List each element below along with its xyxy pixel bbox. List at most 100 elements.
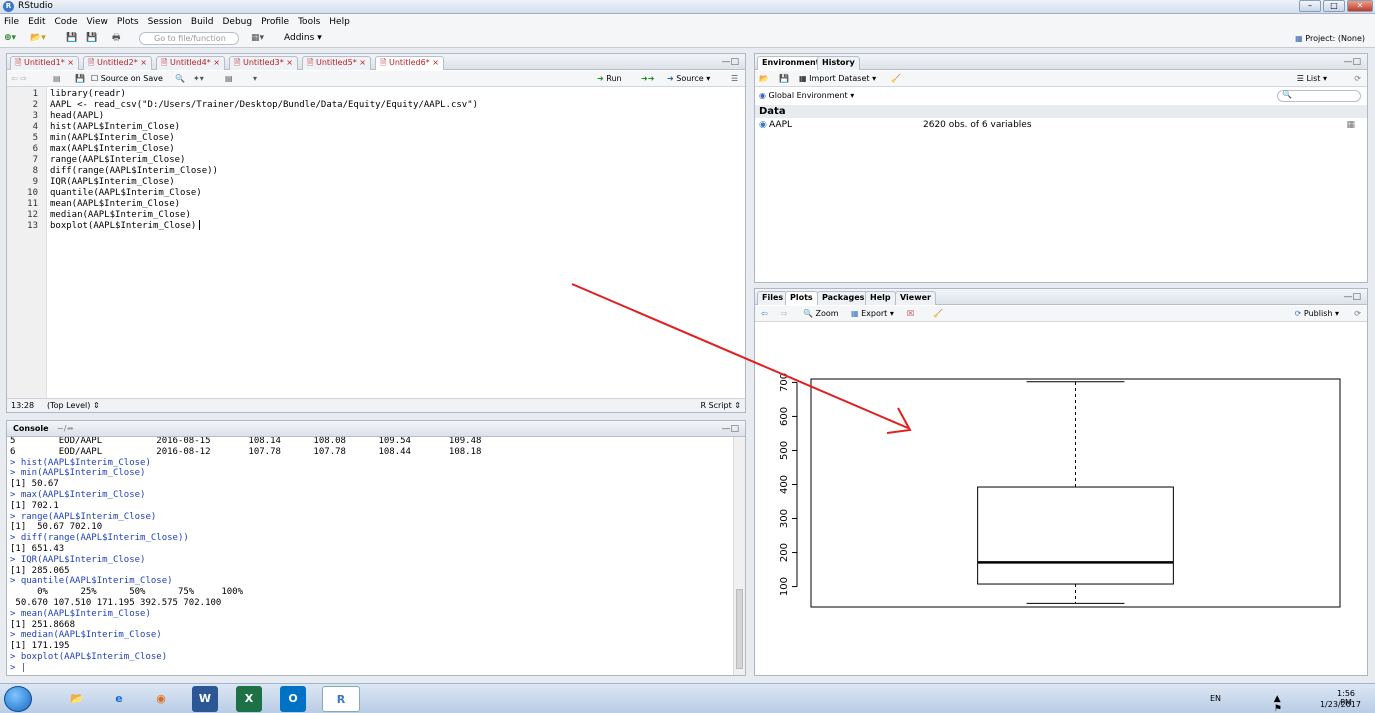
run-button[interactable]: ➜ Run xyxy=(597,73,622,85)
previous-plot-icon[interactable]: ⇦ xyxy=(761,308,768,320)
maximize-button[interactable]: □ xyxy=(1323,0,1345,12)
plots-tab-strip: Files Plots Packages Help Viewer —□ xyxy=(755,289,1367,305)
line-number: 6 xyxy=(32,144,38,154)
tab-untitled6[interactable]: 🗎 Untitled6* × xyxy=(375,56,444,70)
tab-history[interactable]: History xyxy=(817,56,860,70)
project-menu[interactable]: ▦ Project: (None) xyxy=(1295,32,1365,45)
code-line: IQR(AAPL$Interim_Close) xyxy=(50,177,175,187)
code-line: range(AAPL$Interim_Close) xyxy=(50,155,186,165)
tab-untitled4[interactable]: 🗎 Untitled4* × xyxy=(156,56,225,70)
more-options-icon[interactable]: ▾ xyxy=(253,73,257,85)
file-type-selector[interactable]: R Script ⇕ xyxy=(700,399,741,412)
close-button[interactable]: ✕ xyxy=(1347,0,1373,12)
console-scroll-thumb[interactable] xyxy=(736,589,743,669)
import-dataset-button[interactable]: ▦ Import Dataset ▾ xyxy=(799,73,876,85)
global-environment-selector[interactable]: ◉ Global Environment ▾ xyxy=(759,90,854,102)
menu-file[interactable]: File xyxy=(4,17,19,27)
goto-file-input[interactable]: Go to file/function xyxy=(139,32,239,45)
source-on-save-checkbox[interactable]: ☐ Source on Save xyxy=(91,73,163,85)
new-file-icon[interactable]: ⊕▾ xyxy=(4,32,16,45)
clear-broom-icon[interactable]: 🧹 xyxy=(891,73,901,85)
menu-debug[interactable]: Debug xyxy=(223,17,253,27)
tab-untitled3[interactable]: 🗎 Untitled3* × xyxy=(229,56,298,70)
publish-button[interactable]: ⟳ Publish ▾ xyxy=(1295,308,1339,320)
view-table-icon[interactable]: ▦ xyxy=(1346,119,1355,132)
rstudio-taskbar-icon[interactable]: R xyxy=(322,686,360,712)
console-output[interactable]: 5 EOD/AAPL 2016-08-15 108.14 108.08 109.… xyxy=(7,437,733,675)
tab-untitled2[interactable]: 🗎 Untitled2* × xyxy=(83,56,152,70)
back-arrow-icon[interactable]: ⇦ ⇨ xyxy=(11,73,27,85)
menu-code[interactable]: Code xyxy=(55,17,78,27)
tab-files[interactable]: Files xyxy=(757,291,789,305)
language-indicator[interactable]: EN xyxy=(1210,694,1221,703)
plots-minmax-icon[interactable]: —□ xyxy=(1343,292,1361,302)
object-description: 2620 obs. of 6 variables xyxy=(923,120,1032,130)
refresh-env-icon[interactable]: ⟳ xyxy=(1354,73,1361,85)
tab-plots[interactable]: Plots xyxy=(785,291,818,305)
zoom-button[interactable]: 🔍 Zoom xyxy=(803,308,839,320)
environment-search-input[interactable]: 🔍 xyxy=(1277,90,1361,102)
start-button[interactable] xyxy=(4,686,32,712)
menu-tools[interactable]: Tools xyxy=(298,17,320,27)
compile-icon[interactable]: ▤ xyxy=(225,73,233,85)
print-icon[interactable]: 🖶 xyxy=(112,32,121,45)
save-workspace-icon[interactable]: 💾 xyxy=(779,73,789,85)
source-button[interactable]: ➜ Source ▾ xyxy=(667,73,710,85)
editor-toolbar: ⇦ ⇨ ▤ 💾 ☐ Source on Save 🔍 ✦▾ ▤ ▾ ➜ Run … xyxy=(7,71,745,87)
minimize-button[interactable]: – xyxy=(1299,0,1321,12)
tray-icons[interactable]: ▲ ⚑ ▦ 🔊 xyxy=(1274,694,1285,713)
file-explorer-icon[interactable]: 📂 xyxy=(58,686,96,712)
firefox-icon[interactable]: ◉ xyxy=(142,686,180,712)
find-icon[interactable]: 🔍 xyxy=(175,73,185,85)
code-tools-icon[interactable]: ✦▾ xyxy=(193,73,204,85)
date[interactable]: 1/23/2017 xyxy=(1320,700,1361,709)
menu-edit[interactable]: Edit xyxy=(28,17,45,27)
environment-object-row[interactable]: ◉ AAPL 2620 obs. of 6 variables ▦ xyxy=(755,119,1367,132)
environment-toolbar: 📂 💾 ▦ Import Dataset ▾ 🧹 ☰ List ▾ ⟳ xyxy=(755,71,1367,87)
word-icon[interactable]: W xyxy=(192,686,218,712)
menu-plots[interactable]: Plots xyxy=(117,17,139,27)
tab-untitled1[interactable]: 🗎 Untitled1* × xyxy=(10,56,79,70)
code-line: max(AAPL$Interim_Close) xyxy=(50,144,175,154)
editor-save-icon[interactable]: 💾 xyxy=(75,73,85,85)
tab-viewer[interactable]: Viewer xyxy=(895,291,936,305)
open-folder-icon[interactable]: 📂▾ xyxy=(30,32,46,45)
tab-packages[interactable]: Packages xyxy=(817,291,870,305)
export-button[interactable]: ▦ Export ▾ xyxy=(851,308,894,320)
menu-bar: File Edit Code View Plots Session Build … xyxy=(0,14,1375,29)
console-minmax-icon[interactable]: —□ xyxy=(721,424,739,434)
refresh-plot-icon[interactable]: ⟳ xyxy=(1354,308,1361,320)
tab-environment[interactable]: Environment xyxy=(757,56,825,70)
environment-minmax-icon[interactable]: —□ xyxy=(1343,57,1361,67)
menu-session[interactable]: Session xyxy=(148,17,182,27)
console-line: > range(AAPL$Interim_Close) xyxy=(10,511,157,522)
load-workspace-icon[interactable]: 📂 xyxy=(759,73,769,85)
scope-selector[interactable]: (Top Level) ⇕ xyxy=(47,399,100,412)
show-in-window-icon[interactable]: ▤ xyxy=(53,73,61,85)
remove-plot-icon[interactable]: ☒ xyxy=(907,308,914,320)
y-tick-label: 500 xyxy=(779,441,790,460)
save-icon[interactable]: 💾 xyxy=(66,32,77,45)
workspace-panes-icon[interactable]: ▦▾ xyxy=(251,32,264,45)
tab-untitled5[interactable]: 🗎 Untitled5* × xyxy=(302,56,371,70)
code-editor[interactable]: 1 2 3 4 5 6 7 8 9 10 11 12 13 library(readr) AAPL <- … xyxy=(7,87,745,398)
rerun-icon[interactable]: ➜➜ xyxy=(641,73,654,85)
outline-icon[interactable]: ☰ xyxy=(731,73,738,85)
menu-help[interactable]: Help xyxy=(329,17,350,27)
tab-help[interactable]: Help xyxy=(865,291,896,305)
menu-profile[interactable]: Profile xyxy=(261,17,289,27)
excel-icon[interactable]: X xyxy=(236,686,262,712)
menu-build[interactable]: Build xyxy=(191,17,214,27)
editor-minmax-icon[interactable]: —□ xyxy=(721,57,739,67)
outlook-icon[interactable]: O xyxy=(280,686,306,712)
save-all-icon[interactable]: 💾 xyxy=(86,32,97,45)
internet-explorer-icon[interactable]: e xyxy=(100,686,138,712)
list-view-selector[interactable]: ☰ List ▾ xyxy=(1297,73,1327,85)
addins-menu[interactable]: Addins ▾ xyxy=(284,32,322,45)
clear-plots-broom-icon[interactable]: 🧹 xyxy=(933,308,943,320)
menu-view[interactable]: View xyxy=(87,17,108,27)
expand-object-icon[interactable]: ◉ xyxy=(759,119,767,132)
next-plot-icon[interactable]: ⇨ xyxy=(781,308,788,320)
console-scrollbar[interactable] xyxy=(733,437,745,675)
goto-dir-icon[interactable]: ➦ xyxy=(67,424,74,433)
